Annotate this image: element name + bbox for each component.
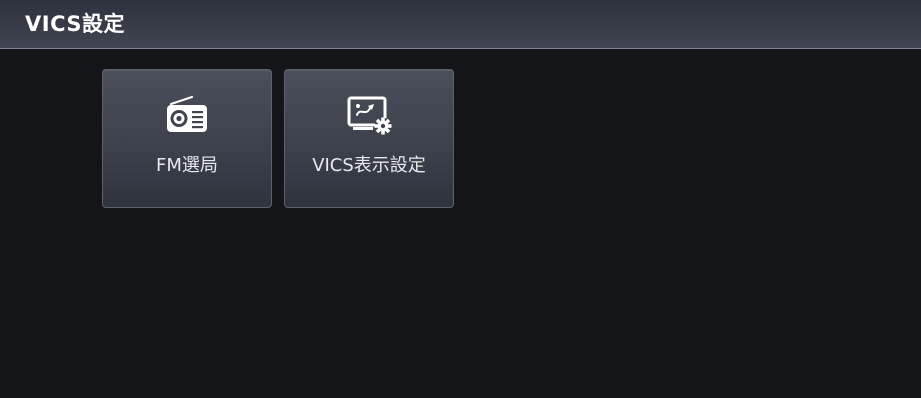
fm-tuning-label: FM選局 (156, 155, 218, 176)
vics-display-settings-label: VICS表示設定 (312, 155, 426, 176)
vics-display-settings-button[interactable]: VICS表示設定 (284, 69, 454, 208)
page-title: VICS設定 (25, 12, 125, 36)
header-bar: VICS設定 (0, 0, 921, 49)
radio-icon (167, 95, 207, 132)
display-settings-icon (347, 96, 392, 135)
fm-tuning-button[interactable]: FM選局 (102, 69, 272, 208)
